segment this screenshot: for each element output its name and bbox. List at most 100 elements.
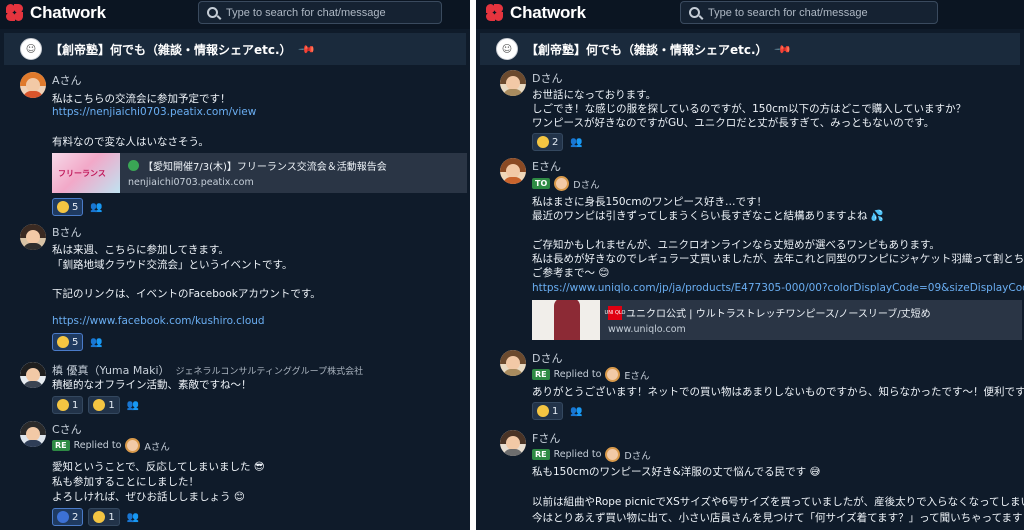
add-reaction-icon[interactable]: 👥 xyxy=(88,199,104,215)
smile-emoji-icon xyxy=(93,399,106,411)
avatar[interactable] xyxy=(20,72,46,98)
to-indicator[interactable]: TO Dさん xyxy=(532,176,600,191)
message: Aさん 私はこちらの交流会に参加予定です！ https://nenjiaichi… xyxy=(20,72,467,217)
add-reaction-icon[interactable]: 👥 xyxy=(568,403,584,419)
message-line: お世話になっております。 xyxy=(532,89,657,101)
sender-name[interactable]: Aさん xyxy=(52,72,82,88)
wave-emoji-icon xyxy=(57,511,69,523)
preview-thumbnail xyxy=(532,300,600,340)
avatar[interactable] xyxy=(20,362,46,388)
reaction-count: 1 xyxy=(108,399,115,411)
avatar[interactable] xyxy=(500,350,526,376)
add-reaction-icon[interactable]: 👥 xyxy=(125,509,141,525)
avatar[interactable] xyxy=(500,70,526,96)
room-header: ☺ 【創帝塾】何でも（雑談・情報シェアetc.） 📌 xyxy=(4,33,466,65)
search-icon xyxy=(207,7,218,18)
reaction-button[interactable]: 5 xyxy=(52,198,84,216)
reaction-button[interactable]: 1 xyxy=(88,396,120,414)
link-preview[interactable]: UNI QLO ユニクロ公式 | ウルトラストレッチワンピース/ノースリーブ/丈短… xyxy=(532,300,1022,340)
room-icon[interactable]: ☺ xyxy=(20,38,42,60)
avatar[interactable] xyxy=(500,430,526,456)
room-title: 【創帝塾】何でも（雑談・情報シェアetc.） xyxy=(50,42,292,57)
peatix-icon xyxy=(128,160,139,171)
reply-indicator[interactable]: RE Replied to Dさん xyxy=(532,447,651,462)
reaction-button[interactable]: 2 xyxy=(532,133,564,151)
preview-site: www.uniqlo.com xyxy=(608,324,686,335)
reply-to-name: Eさん xyxy=(624,370,650,382)
sender-name[interactable]: Bさん xyxy=(52,224,82,240)
sender-name[interactable]: Dさん xyxy=(532,350,562,366)
search-input[interactable]: Type to search for chat/message xyxy=(680,1,938,24)
add-reaction-icon[interactable]: 👥 xyxy=(88,334,104,350)
sender-name[interactable]: Cさん xyxy=(52,421,82,437)
chatwork-logo-icon xyxy=(6,3,26,23)
add-reaction-icon[interactable]: 👥 xyxy=(125,397,141,413)
reply-label: Replied to xyxy=(553,369,602,380)
top-bar: Chatwork Type to search for chat/message xyxy=(476,0,1024,29)
avatar[interactable] xyxy=(20,421,46,447)
reply-avatar xyxy=(605,447,621,462)
reply-to-name: Dさん xyxy=(624,450,651,462)
sender-name[interactable]: 槙 優真（Yuma Maki） ジェネラルコンサルティンググループ株式会社 xyxy=(52,362,363,378)
reaction-button[interactable]: 1 xyxy=(532,402,564,420)
grin-emoji-icon xyxy=(57,399,69,411)
search-input[interactable]: Type to search for chat/message xyxy=(198,1,442,24)
avatar[interactable] xyxy=(20,224,46,250)
message-text: 私も150cmのワンピース好き&洋服の丈で悩んでる民です xyxy=(532,466,807,478)
pin-icon[interactable]: 📌 xyxy=(773,40,792,59)
reactions: 1 1 👥 xyxy=(52,396,141,414)
preview-thumbnail: フリーランス xyxy=(52,153,120,193)
reaction-button[interactable]: 1 xyxy=(52,396,84,414)
message-line: 私は来週、こちらに参加してきます。 xyxy=(52,244,229,256)
reactions: 5 👥 xyxy=(52,333,104,351)
message-link[interactable]: https://nenjiaichi0703.peatix.com/view xyxy=(52,106,256,118)
pin-icon[interactable]: 📌 xyxy=(297,40,316,59)
reply-to-name: Aさん xyxy=(144,441,170,453)
chatwork-logo[interactable]: Chatwork xyxy=(486,3,586,23)
reply-indicator[interactable]: RE Replied to Eさん xyxy=(532,367,649,382)
reaction-button[interactable]: 2 xyxy=(52,508,84,526)
message: Eさん TO Dさん 私はまさに身長150cmのワンピース好き…です！ 最近のワ… xyxy=(500,158,1024,344)
message-line: ご存知かもしれませんが、ユニクロオンラインなら丈短めが選べるワンピもあります。 xyxy=(532,239,940,251)
sender-name[interactable]: Fさん xyxy=(532,430,560,446)
message-line: 最近のワンピは引きずってしまうくらい長すぎなこと結構ありますよね 💦 xyxy=(532,210,884,222)
reaction-count: 2 xyxy=(552,136,559,148)
smile-emoji-icon xyxy=(93,511,106,523)
reaction-button[interactable]: 5 xyxy=(52,333,84,351)
room-header: ☺ 【創帝塾】何でも（雑談・情報シェアetc.） 📌 xyxy=(480,33,1020,65)
reply-indicator[interactable]: RE Replied to Aさん xyxy=(52,438,170,453)
reaction-count: 2 xyxy=(72,511,79,523)
message-line: ありがとうございます！ネットでの買い物はあまりしないものですから、知らなかったで… xyxy=(532,386,1024,398)
reactions: 5 👥 xyxy=(52,198,104,216)
logo-text: Chatwork xyxy=(510,3,586,22)
reply-tag: RE xyxy=(532,369,550,380)
sender-name[interactable]: Eさん xyxy=(532,158,561,174)
message-text: 愛知ということで、反応してしまいました xyxy=(52,461,251,473)
sender-name-text: 槙 優真（Yuma Maki） xyxy=(52,364,170,377)
top-bar: Chatwork Type to search for chat/message xyxy=(0,0,470,29)
message: Dさん RE Replied to Eさん ありがとうございます！ネットでの買い… xyxy=(500,350,1024,422)
room-icon[interactable]: ☺ xyxy=(496,38,518,60)
message-line: 私はまさに身長150cmのワンピース好き…です！ xyxy=(532,196,768,208)
chatwork-logo[interactable]: Chatwork xyxy=(6,3,106,23)
avatar[interactable] xyxy=(500,158,526,184)
message-link[interactable]: https://www.uniqlo.com/jp/ja/products/E4… xyxy=(532,282,1024,294)
add-reaction-icon[interactable]: 👥 xyxy=(568,134,584,150)
message-line: 「釧路地域クラウド交流会」というイベントです。 xyxy=(52,259,293,271)
to-avatar xyxy=(554,176,570,191)
reaction-count: 1 xyxy=(72,399,79,411)
reactions: 2 👥 xyxy=(532,133,584,151)
smile-emoji-icon xyxy=(537,405,549,417)
message-link[interactable]: https://www.facebook.com/kushiro.cloud xyxy=(52,315,265,327)
reaction-button[interactable]: 1 xyxy=(88,508,120,526)
message-line: 私も参加することにしました！ xyxy=(52,476,199,488)
message-line: 私はこちらの交流会に参加予定です！ xyxy=(52,93,231,105)
link-preview[interactable]: フリーランス 【愛知開催7/3(木)】フリーランス交流会＆活動報告会 nenji… xyxy=(52,153,467,193)
search-icon xyxy=(689,7,700,18)
reply-tag: RE xyxy=(532,449,550,460)
message: Fさん RE Replied to Dさん 私も150cmのワンピース好き&洋服… xyxy=(500,430,1024,530)
reply-avatar xyxy=(605,367,621,382)
message-line: 下記のリンクは、イベントのFacebookアカウントです。 xyxy=(52,288,321,300)
sender-name[interactable]: Dさん xyxy=(532,70,562,86)
smile-emoji-icon xyxy=(57,336,69,348)
